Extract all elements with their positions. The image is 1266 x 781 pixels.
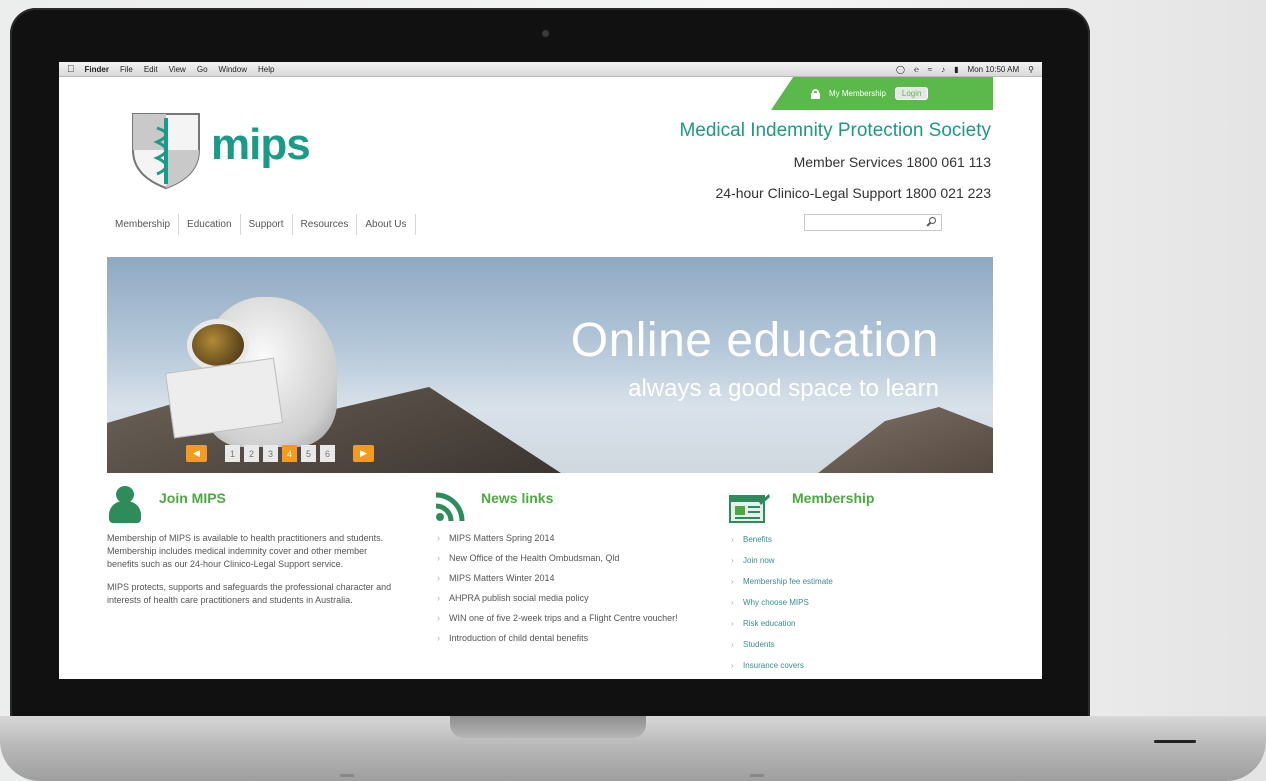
laptop-base (0, 716, 1266, 781)
camera-icon (542, 30, 549, 37)
slider-controls: ◀ 1 2 3 4 5 6 ▶ (172, 445, 388, 462)
battery-icon[interactable]: ▮ (954, 65, 958, 74)
join-text: Membership of MIPS is available to healt… (107, 532, 399, 617)
search-icon[interactable] (927, 217, 936, 226)
membership-link[interactable]: Risk education (729, 618, 833, 629)
search-input[interactable] (804, 214, 942, 231)
membership-link[interactable]: Benefits (729, 534, 833, 545)
hero-title: Online education (570, 314, 939, 367)
slide-5[interactable]: 5 (301, 445, 316, 462)
membership-heading[interactable]: Membership (792, 490, 874, 506)
hero-banner[interactable]: Online education always a good space to … (107, 257, 993, 473)
membership-list: Benefits Join now Membership fee estimat… (729, 534, 833, 679)
news-item[interactable]: AHPRA publish social media policy (435, 592, 703, 604)
menu-edit[interactable]: Edit (144, 65, 158, 74)
main-nav: Membership Education Support Resources A… (107, 214, 416, 235)
membership-login-bar: My Membership Login (771, 77, 993, 110)
apple-icon[interactable]:  (67, 64, 75, 75)
base-port (1154, 740, 1196, 743)
base-foot (750, 774, 764, 777)
nav-support[interactable]: Support (241, 214, 293, 235)
hero-subtitle: always a good space to learn (628, 375, 939, 402)
bluetooth-icon[interactable]: ℮ (914, 65, 919, 74)
news-heading[interactable]: News links (481, 490, 553, 506)
menubar-status: ◯ ℮ ≈ ♪ ▮ Mon 10:50 AM ⚲ (896, 65, 1034, 74)
person-icon (107, 484, 143, 524)
mountain-right (813, 407, 993, 473)
membership-link[interactable]: Insurance covers (729, 660, 833, 671)
my-membership-link[interactable]: My Membership (829, 89, 886, 98)
news-item[interactable]: MIPS Matters Spring 2014 (435, 532, 703, 544)
clock[interactable]: Mon 10:50 AM (968, 65, 1020, 74)
screen:  Finder File Edit View Go Window Help ◯… (59, 62, 1042, 679)
news-item[interactable]: WIN one of five 2-week trips and a Fligh… (435, 612, 703, 624)
org-name: Medical Indemnity Protection Society (679, 120, 991, 141)
slide-4[interactable]: 4 (282, 445, 297, 462)
slide-6[interactable]: 6 (320, 445, 335, 462)
membership-link[interactable]: Why choose MIPS (729, 597, 833, 608)
menu-finder[interactable]: Finder (85, 65, 109, 74)
slide-1[interactable]: 1 (225, 445, 240, 462)
news-item[interactable]: New Office of the Health Ombudsman, Qld (435, 552, 703, 564)
nav-about-us[interactable]: About Us (357, 214, 416, 235)
slide-3[interactable]: 3 (263, 445, 278, 462)
nav-membership[interactable]: Membership (107, 214, 180, 235)
news-item[interactable]: Introduction of child dental benefits (435, 632, 703, 644)
notification-icon[interactable]: ◯ (896, 65, 905, 74)
mips-shield-logo[interactable] (129, 110, 203, 190)
menu-file[interactable]: File (120, 65, 133, 74)
slide-2[interactable]: 2 (244, 445, 259, 462)
join-paragraph-2: MIPS protects, supports and safeguards t… (107, 582, 392, 605)
menu-window[interactable]: Window (219, 65, 247, 74)
membership-card-icon (729, 494, 770, 523)
mac-menubar:  Finder File Edit View Go Window Help ◯… (59, 62, 1042, 77)
chevron-right-icon[interactable]: ▶ (353, 445, 374, 462)
membership-link[interactable]: Join now (729, 555, 833, 566)
base-foot (340, 774, 354, 777)
base-notch (450, 716, 646, 738)
chevron-left-icon[interactable]: ◀ (186, 445, 207, 462)
menu-help[interactable]: Help (258, 65, 274, 74)
join-heading[interactable]: Join MIPS (159, 490, 226, 506)
support-phone: 24-hour Clinico-Legal Support 1800 021 2… (715, 185, 991, 201)
menu-go[interactable]: Go (197, 65, 208, 74)
lock-icon (811, 88, 820, 99)
mips-wordmark[interactable]: mips (211, 120, 311, 170)
member-services-phone: Member Services 1800 061 113 (793, 154, 991, 170)
wifi-icon[interactable]: ≈ (928, 65, 932, 74)
menu-view[interactable]: View (169, 65, 186, 74)
news-list: MIPS Matters Spring 2014 New Office of t… (435, 532, 703, 652)
rss-icon (435, 492, 465, 522)
join-paragraph-1: Membership of MIPS is available to healt… (107, 533, 384, 569)
nav-education[interactable]: Education (179, 214, 241, 235)
volume-icon[interactable]: ♪ (941, 65, 945, 74)
spotlight-icon[interactable]: ⚲ (1028, 65, 1034, 74)
nav-resources[interactable]: Resources (293, 214, 358, 235)
membership-link[interactable]: Students (729, 639, 833, 650)
login-button[interactable]: Login (894, 87, 929, 100)
membership-link[interactable]: Membership fee estimate (729, 576, 833, 587)
news-item[interactable]: MIPS Matters Winter 2014 (435, 572, 703, 584)
